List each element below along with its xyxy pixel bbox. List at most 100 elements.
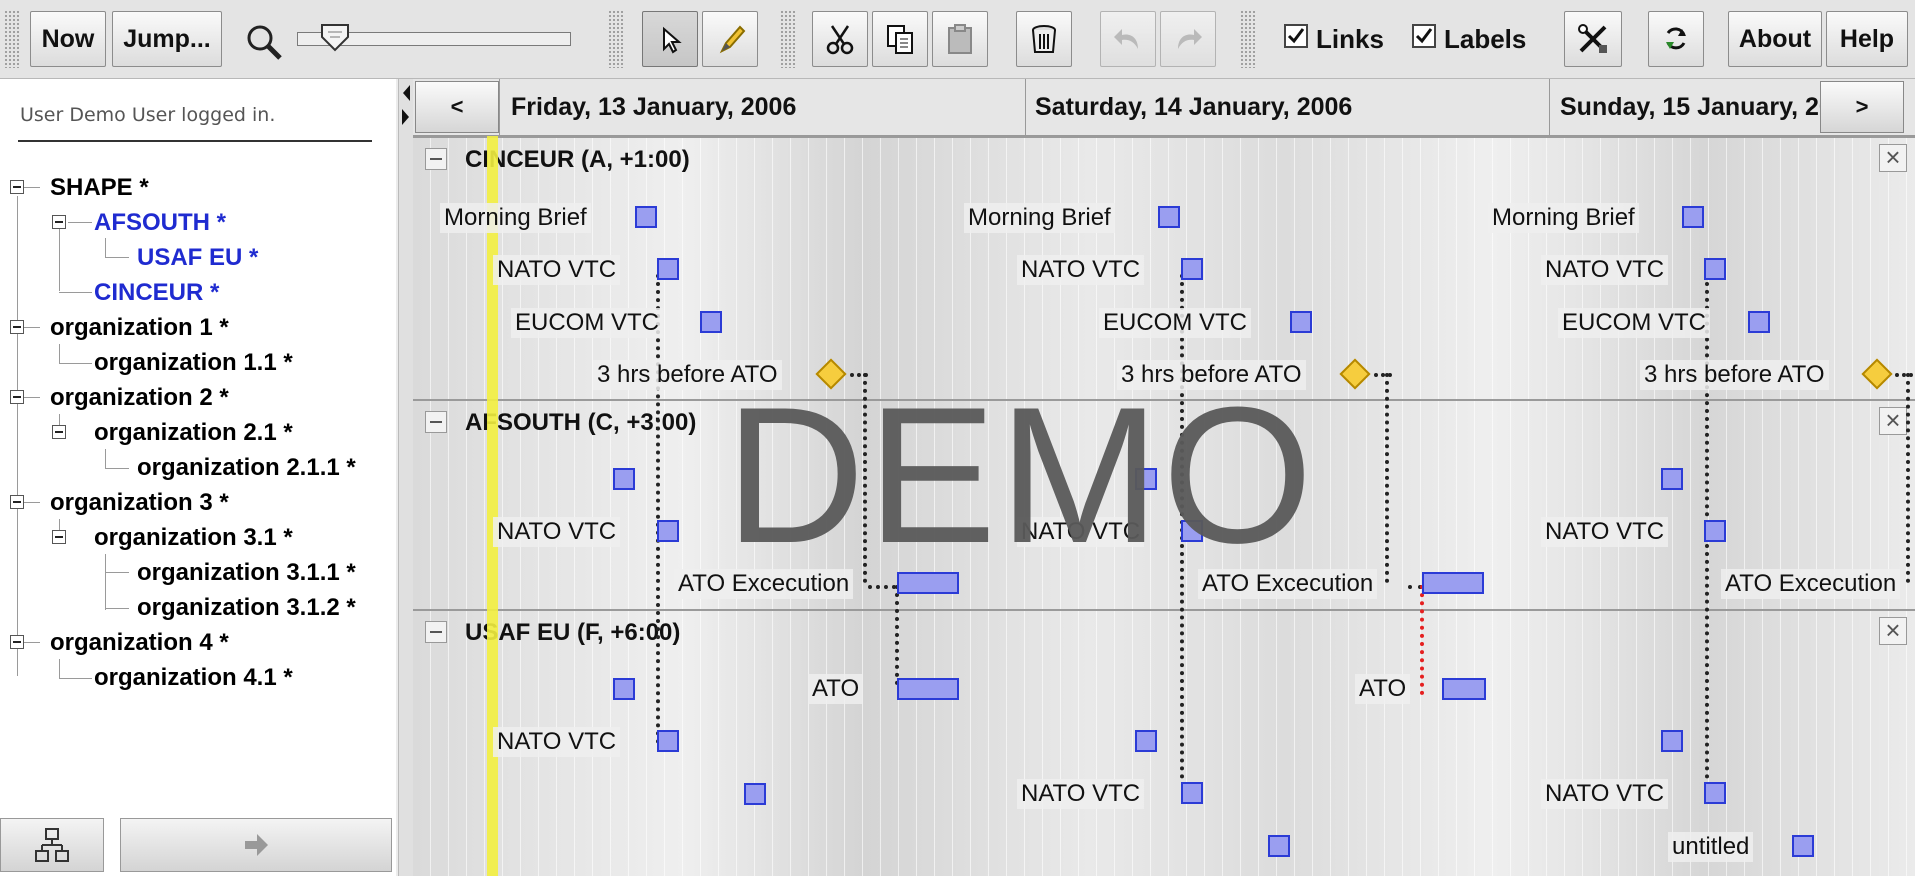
panel-splitter[interactable] bbox=[398, 79, 413, 876]
event-label[interactable]: Morning Brief bbox=[964, 203, 1115, 233]
tree-node-organization-4[interactable]: organization 4 * bbox=[50, 629, 229, 657]
event-label[interactable]: NATO VTC bbox=[1541, 255, 1669, 285]
event-label[interactable]: EUCOM VTC bbox=[1558, 308, 1710, 338]
event-marker[interactable] bbox=[657, 258, 679, 280]
about-button[interactable]: About bbox=[1728, 11, 1822, 67]
event-marker[interactable] bbox=[744, 783, 766, 805]
collapse-lane-button[interactable] bbox=[425, 621, 447, 643]
tree-node-organization-2-1[interactable]: organization 2.1 * bbox=[94, 419, 293, 447]
event-marker[interactable] bbox=[1268, 835, 1290, 857]
tree-node-organization-4-1[interactable]: organization 4.1 * bbox=[94, 664, 293, 692]
event-marker[interactable] bbox=[1135, 730, 1157, 752]
tree-toggle[interactable] bbox=[10, 635, 24, 649]
event-marker[interactable] bbox=[657, 520, 679, 542]
event-marker[interactable] bbox=[613, 678, 635, 700]
event-label[interactable]: NATO VTC bbox=[1541, 779, 1669, 809]
toolbar-grip[interactable] bbox=[608, 10, 624, 68]
event-label[interactable]: 3 hrs before ATO bbox=[593, 360, 782, 390]
event-marker[interactable] bbox=[1704, 520, 1726, 542]
labels-label[interactable]: Labels bbox=[1444, 24, 1526, 55]
event-label[interactable]: NATO VTC bbox=[1541, 517, 1669, 547]
toolbar-grip[interactable] bbox=[4, 10, 20, 68]
toolbar-grip[interactable] bbox=[1240, 10, 1256, 68]
event-label[interactable]: 3 hrs before ATO bbox=[1640, 360, 1829, 390]
event-marker[interactable] bbox=[613, 468, 635, 490]
link-line[interactable] bbox=[1895, 373, 1913, 377]
event-marker[interactable] bbox=[1181, 782, 1203, 804]
previous-day-button[interactable]: < bbox=[415, 81, 499, 133]
close-lane-button[interactable]: × bbox=[1879, 407, 1907, 435]
tree-node-usaf-eu[interactable]: USAF EU * bbox=[137, 244, 258, 272]
next-day-button[interactable]: > bbox=[1820, 81, 1904, 133]
event-bar[interactable] bbox=[897, 678, 959, 700]
undo-button[interactable] bbox=[1100, 11, 1156, 67]
event-marker[interactable] bbox=[1181, 520, 1203, 542]
tools-button[interactable] bbox=[1564, 11, 1622, 67]
delete-button[interactable] bbox=[1016, 11, 1072, 67]
collapse-lane-button[interactable] bbox=[425, 148, 447, 170]
tree-toggle[interactable] bbox=[52, 215, 66, 229]
tree-node-organization-2[interactable]: organization 2 * bbox=[50, 384, 229, 412]
event-label[interactable]: Morning Brief bbox=[1488, 203, 1639, 233]
event-label[interactable]: 3 hrs before ATO bbox=[1117, 360, 1306, 390]
link-line[interactable] bbox=[868, 585, 896, 589]
event-label[interactable]: EUCOM VTC bbox=[511, 308, 663, 338]
link-line-highlighted[interactable] bbox=[1420, 585, 1424, 695]
event-marker[interactable] bbox=[1792, 835, 1814, 857]
tree-node-organization-3-1-1[interactable]: organization 3.1.1 * bbox=[137, 559, 356, 587]
event-bar[interactable] bbox=[897, 572, 959, 594]
link-line[interactable] bbox=[863, 373, 867, 583]
tree-node-organization-3-1-2[interactable]: organization 3.1.2 * bbox=[137, 594, 356, 622]
tree-node-organization-2-1-1[interactable]: organization 2.1.1 * bbox=[137, 454, 356, 482]
tree-toggle[interactable] bbox=[10, 390, 24, 404]
links-label[interactable]: Links bbox=[1316, 24, 1384, 55]
tree-node-organization-3-1[interactable]: organization 3.1 * bbox=[94, 524, 293, 552]
event-marker[interactable] bbox=[1661, 468, 1683, 490]
event-label[interactable]: ATO bbox=[1355, 674, 1411, 704]
cut-button[interactable] bbox=[812, 11, 868, 67]
link-line[interactable] bbox=[895, 585, 899, 685]
event-label[interactable]: NATO VTC bbox=[493, 727, 621, 757]
event-marker[interactable] bbox=[1290, 311, 1312, 333]
link-line[interactable] bbox=[1374, 373, 1392, 377]
event-marker[interactable] bbox=[635, 206, 657, 228]
tree-toggle[interactable] bbox=[10, 320, 24, 334]
event-marker[interactable] bbox=[1704, 782, 1726, 804]
event-marker[interactable] bbox=[657, 730, 679, 752]
close-lane-button[interactable]: × bbox=[1879, 144, 1907, 172]
toolbar-grip[interactable] bbox=[780, 10, 796, 68]
tree-node-organization-3[interactable]: organization 3 * bbox=[50, 489, 229, 517]
tree-node-organization-1-1[interactable]: organization 1.1 * bbox=[94, 349, 293, 377]
event-label[interactable]: ATO Excecution bbox=[674, 569, 854, 599]
link-line[interactable] bbox=[1385, 373, 1389, 583]
paste-button[interactable] bbox=[932, 11, 988, 67]
expand-right-button[interactable] bbox=[120, 818, 392, 872]
tree-node-cinceur[interactable]: CINCEUR * bbox=[94, 279, 219, 307]
draw-tool-button[interactable] bbox=[702, 11, 758, 67]
event-label[interactable]: EUCOM VTC bbox=[1099, 308, 1251, 338]
event-bar[interactable] bbox=[1422, 572, 1484, 594]
event-marker[interactable] bbox=[1181, 258, 1203, 280]
event-label[interactable]: ATO Excecution bbox=[1721, 569, 1901, 599]
tree-node-afsouth[interactable]: AFSOUTH * bbox=[94, 209, 226, 237]
jump-button[interactable]: Jump... bbox=[112, 11, 222, 67]
tree-toggle[interactable] bbox=[10, 495, 24, 509]
tree-toggle[interactable] bbox=[52, 530, 66, 544]
event-label[interactable]: Morning Brief bbox=[440, 203, 591, 233]
collapse-lane-button[interactable] bbox=[425, 411, 447, 433]
help-button[interactable]: Help bbox=[1826, 11, 1908, 67]
link-line[interactable] bbox=[1906, 373, 1910, 583]
event-marker[interactable] bbox=[1158, 206, 1180, 228]
event-label[interactable]: NATO VTC bbox=[1017, 517, 1145, 547]
select-tool-button[interactable] bbox=[642, 11, 698, 67]
labels-checkbox[interactable] bbox=[1412, 24, 1436, 48]
event-label[interactable]: NATO VTC bbox=[1017, 779, 1145, 809]
refresh-button[interactable] bbox=[1648, 11, 1704, 67]
collapse-arrows-icon[interactable] bbox=[401, 83, 411, 127]
zoom-slider[interactable] bbox=[297, 24, 571, 52]
tree-toggle[interactable] bbox=[52, 425, 66, 439]
event-marker[interactable] bbox=[1661, 730, 1683, 752]
tree-node-shape[interactable]: SHAPE * bbox=[50, 174, 149, 202]
copy-button[interactable] bbox=[872, 11, 928, 67]
event-label[interactable]: NATO VTC bbox=[493, 517, 621, 547]
